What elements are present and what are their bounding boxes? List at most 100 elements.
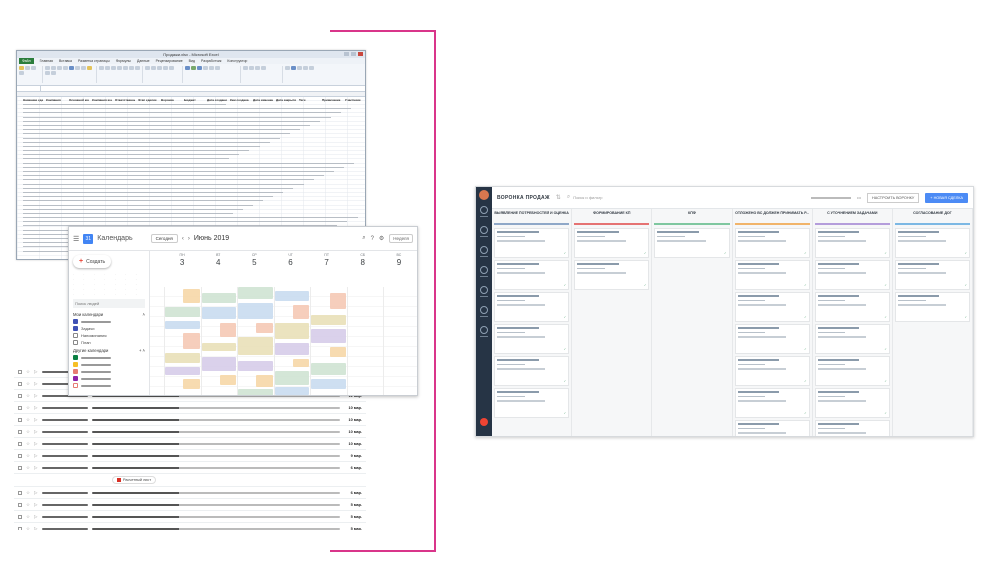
important-icon[interactable]: ▷ <box>34 417 37 423</box>
calendar-event[interactable] <box>165 367 200 375</box>
column-header[interactable]: Бюджет <box>184 98 204 102</box>
select-checkbox[interactable] <box>18 405 22 410</box>
table-row[interactable] <box>23 120 321 122</box>
calendar-event[interactable] <box>293 305 310 319</box>
important-icon[interactable]: ▷ <box>34 490 37 496</box>
mini-day[interactable]: · <box>125 282 134 286</box>
table-row[interactable] <box>23 196 274 198</box>
column-header[interactable]: Участники <box>345 98 365 102</box>
mini-day[interactable]: · <box>83 277 92 281</box>
stage-header[interactable]: С УТОЧНЕНИЕМ ЗАДАЧАМИ <box>814 211 890 225</box>
mini-day[interactable]: · <box>125 277 134 281</box>
maximize-icon[interactable] <box>351 52 356 56</box>
table-row[interactable] <box>23 124 311 126</box>
deals-icon[interactable] <box>480 226 488 234</box>
mini-day[interactable]: · <box>104 287 113 291</box>
dashboard-icon[interactable] <box>480 206 488 214</box>
tab-layout[interactable]: Разметка страницы <box>78 59 110 63</box>
calendar-event[interactable] <box>238 389 273 395</box>
mini-day[interactable]: · <box>136 277 145 281</box>
calendar-event[interactable] <box>219 375 237 385</box>
deal-card[interactable]: ✓ <box>494 228 570 258</box>
email-row[interactable]: ☆ ▷ 5 мар. <box>14 523 366 530</box>
notifications-icon[interactable] <box>480 418 488 426</box>
table-row[interactable] <box>23 187 294 189</box>
settings-icon[interactable] <box>480 326 488 334</box>
my-calendars-header[interactable]: Мои календари ˄ <box>73 312 145 317</box>
select-checkbox[interactable] <box>18 429 22 434</box>
calendar-event[interactable] <box>219 323 237 337</box>
email-row[interactable]: ☆ ▷ 6 мар. <box>14 487 366 499</box>
deal-card[interactable]: ✓ <box>734 356 810 386</box>
mini-day[interactable]: · <box>94 287 103 291</box>
star-icon[interactable]: ☆ <box>26 393 30 399</box>
column-header[interactable]: Этап сделки <box>138 98 158 102</box>
deal-card[interactable]: ✓ <box>814 292 890 322</box>
deal-card[interactable]: ✓ <box>494 388 570 418</box>
calendar-event[interactable] <box>256 375 273 387</box>
star-icon[interactable]: ☆ <box>26 453 30 459</box>
table-row[interactable] <box>23 191 284 193</box>
calendar-item[interactable]: Напоминания <box>73 333 145 338</box>
column-header[interactable]: Компания контакта <box>92 98 112 102</box>
calendar-event[interactable] <box>274 343 310 355</box>
calendar-item[interactable]: Задачи <box>73 326 145 331</box>
calendar-item[interactable] <box>73 319 145 324</box>
select-checkbox[interactable] <box>18 393 22 398</box>
mini-day[interactable]: · <box>73 277 82 281</box>
star-icon[interactable]: ☆ <box>26 502 30 508</box>
mini-day[interactable]: · <box>73 282 82 286</box>
tab-insert[interactable]: Вставка <box>59 59 72 63</box>
deal-card[interactable]: ✓ <box>494 292 570 322</box>
column-header[interactable]: Кем создана <box>230 98 250 102</box>
email-row[interactable]: ☆ ▷ 5 мар. <box>14 499 366 511</box>
star-icon[interactable]: ☆ <box>26 417 30 423</box>
contacts-icon[interactable] <box>480 266 488 274</box>
star-icon[interactable]: ☆ <box>26 490 30 496</box>
star-icon[interactable]: ☆ <box>26 405 30 411</box>
important-icon[interactable]: ▷ <box>34 429 37 435</box>
deal-card[interactable]: ✓ <box>734 228 810 258</box>
mini-month[interactable]: · · · · · · · · · · · · · · · · · · · · · · · · · · · · · · · · · · · <box>73 272 145 296</box>
email-row[interactable]: ☆ ▷ 10 мар. <box>14 402 366 414</box>
calendar-event[interactable] <box>201 293 237 303</box>
deal-card[interactable]: ✓ <box>734 420 810 436</box>
calendar-event[interactable] <box>329 293 346 309</box>
table-row[interactable] <box>23 112 341 114</box>
deal-card[interactable]: ✓ <box>894 228 971 258</box>
day-header[interactable]: СБ 8 <box>345 251 381 287</box>
other-calendars-header[interactable]: Другие календари + ˄ <box>73 348 145 353</box>
table-row[interactable] <box>23 141 270 143</box>
select-checkbox[interactable] <box>18 441 22 446</box>
important-icon[interactable]: ▷ <box>34 453 37 459</box>
tab-developer[interactable]: Разработчик <box>201 59 221 63</box>
column-header[interactable]: Теги <box>299 98 319 102</box>
table-row[interactable] <box>23 137 280 139</box>
column-header[interactable]: Компания <box>46 98 66 102</box>
deal-card[interactable]: ✓ <box>814 356 890 386</box>
table-row[interactable] <box>23 171 334 172</box>
mini-day[interactable]: · <box>73 292 82 296</box>
calendar-event[interactable] <box>238 303 273 319</box>
email-row[interactable]: ☆ ▷ 10 мар. <box>14 426 366 438</box>
table-row[interactable] <box>23 179 314 181</box>
mini-day[interactable]: · <box>136 272 145 276</box>
column-header[interactable]: Ответственный <box>115 98 135 102</box>
mini-day[interactable]: · <box>83 287 92 291</box>
tab-view[interactable]: Вид <box>189 59 195 63</box>
mini-day[interactable]: · <box>136 287 145 291</box>
hour-grid[interactable] <box>150 287 417 395</box>
mini-day[interactable]: · <box>73 287 82 291</box>
important-icon[interactable]: ▷ <box>34 526 37 531</box>
day-header[interactable]: СР 5 <box>236 251 272 287</box>
column-header[interactable]: Название сделки <box>23 98 43 102</box>
star-icon[interactable]: ☆ <box>26 369 30 375</box>
close-icon[interactable] <box>358 52 363 56</box>
table-row[interactable] <box>23 129 301 131</box>
table-row[interactable] <box>23 166 345 168</box>
star-icon[interactable]: ☆ <box>26 514 30 520</box>
select-checkbox[interactable] <box>18 514 22 519</box>
important-icon[interactable]: ▷ <box>34 441 37 447</box>
search-field[interactable]: ⌕ Поиск и фильтр <box>567 194 603 201</box>
calendar-event[interactable] <box>183 379 200 389</box>
